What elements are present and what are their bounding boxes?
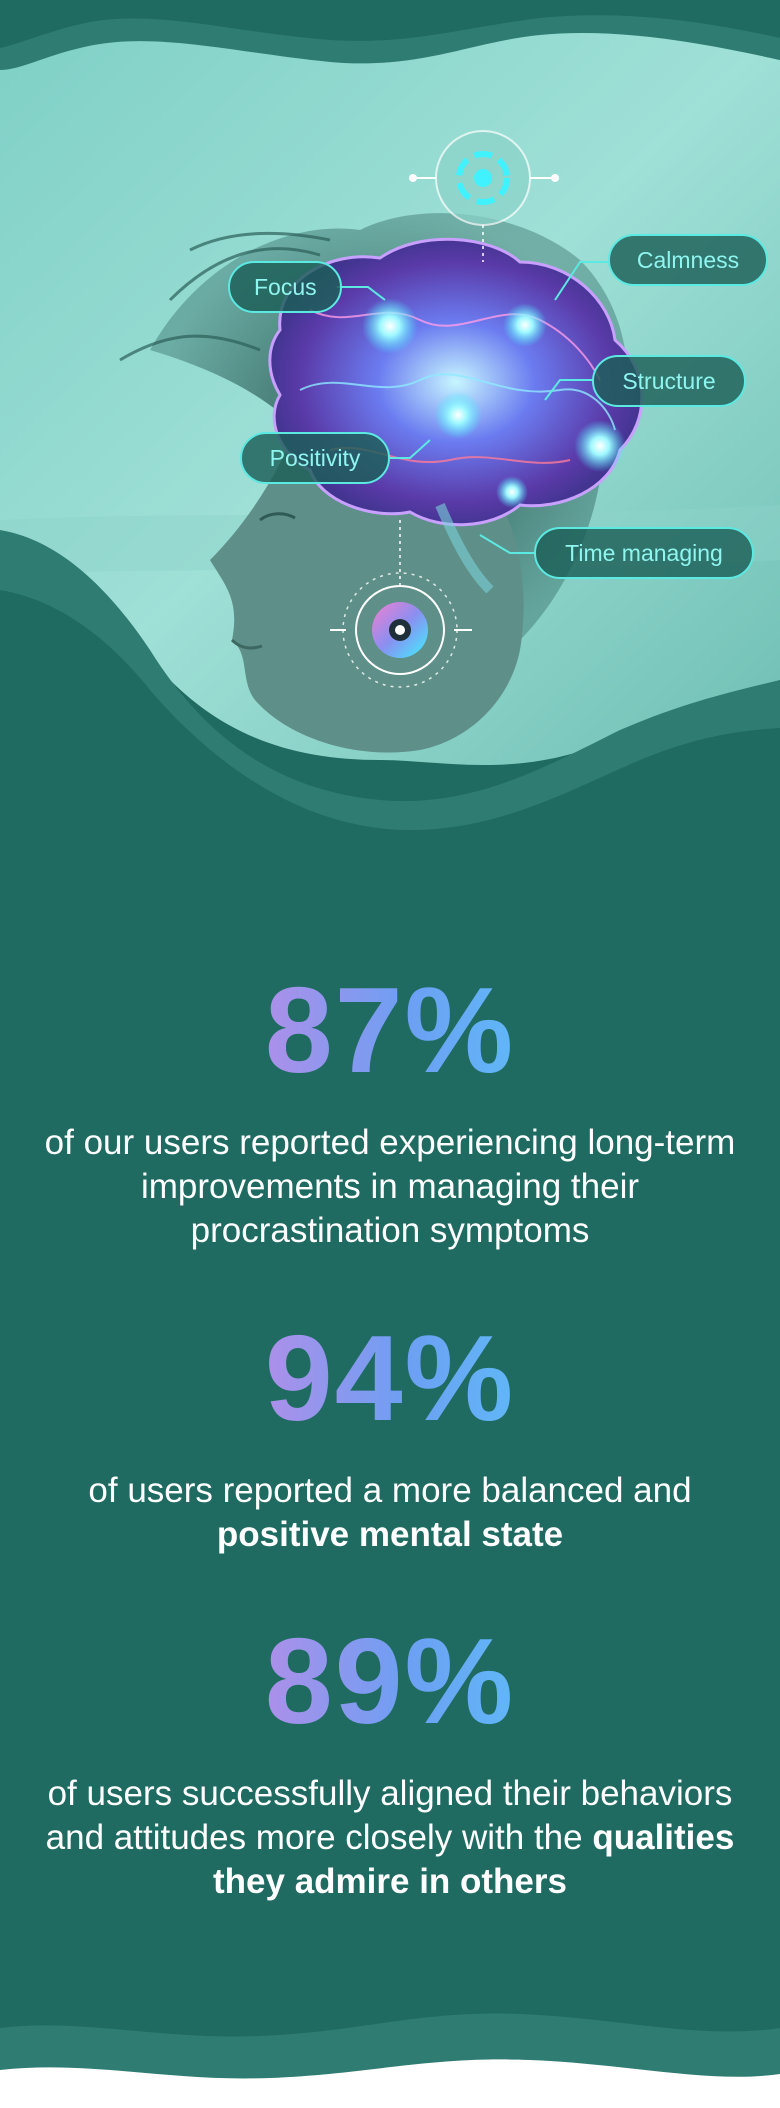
stat-text-87: of our users reported experiencing long-…	[44, 1123, 736, 1250]
stat-description-89: of users successfully aligned their beha…	[30, 1772, 750, 1904]
label-time-managing: Time managing	[534, 527, 754, 579]
label-focus: Focus	[228, 261, 342, 313]
stat-value-89: 89%	[0, 1619, 780, 1743]
infographic-page: Focus Calmness Structure Positivity Time…	[0, 0, 780, 2108]
stat-highlight-94: positive mental state	[216, 1515, 564, 1554]
stat-description-87: of our users reported experiencing long-…	[30, 1121, 750, 1253]
label-calmness: Calmness	[608, 234, 768, 286]
label-structure: Structure	[592, 355, 746, 407]
label-positivity: Positivity	[240, 432, 390, 484]
stat-text-94: of users reported a more balanced and	[88, 1471, 692, 1510]
stat-value-94: 94%	[0, 1316, 780, 1440]
stat-description-94: of users reported a more balanced and po…	[30, 1469, 750, 1557]
stat-value-87: 87%	[0, 968, 780, 1092]
